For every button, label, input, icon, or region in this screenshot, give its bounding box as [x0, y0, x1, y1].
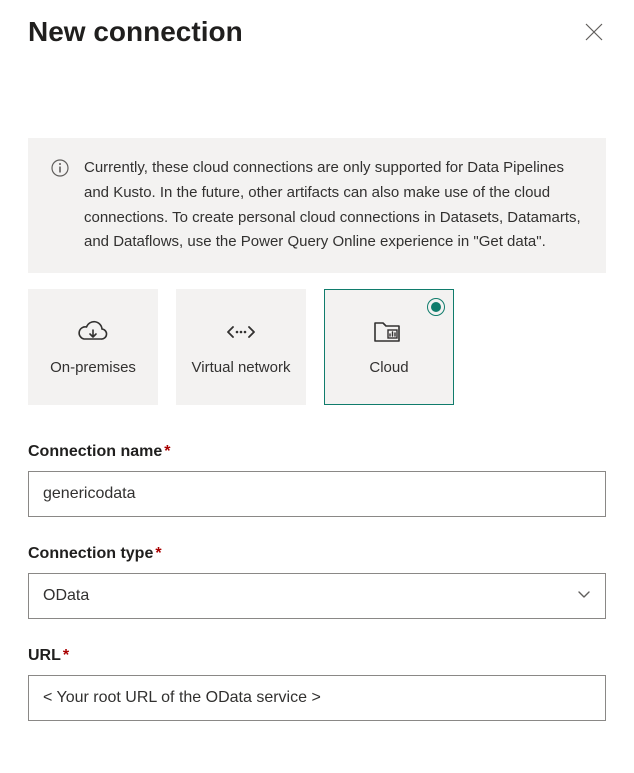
- selected-indicator-icon: [427, 298, 445, 316]
- page-title: New connection: [28, 16, 243, 48]
- tile-label: Virtual network: [186, 358, 297, 378]
- url-input[interactable]: [28, 675, 606, 721]
- chevron-down-icon: [577, 587, 591, 606]
- tile-on-premises[interactable]: On-premises: [28, 289, 158, 405]
- tile-label: Cloud: [363, 358, 414, 378]
- cloud-download-icon: [76, 316, 110, 348]
- connection-type-select[interactable]: OData: [28, 573, 606, 619]
- info-icon: [50, 158, 70, 178]
- required-asterisk: *: [63, 647, 69, 664]
- url-label: URL*: [28, 647, 606, 665]
- network-icon: [226, 316, 256, 348]
- folder-chart-icon: [373, 316, 405, 348]
- required-asterisk: *: [164, 443, 170, 460]
- info-banner: Currently, these cloud connections are o…: [28, 138, 606, 273]
- connection-name-label: Connection name*: [28, 443, 606, 461]
- info-text: Currently, these cloud connections are o…: [84, 156, 584, 255]
- tile-virtual-network[interactable]: Virtual network: [176, 289, 306, 405]
- connection-type-value: OData: [43, 587, 89, 605]
- tile-label: On-premises: [44, 358, 142, 378]
- connection-name-input[interactable]: [28, 471, 606, 517]
- required-asterisk: *: [155, 545, 161, 562]
- tile-cloud[interactable]: Cloud: [324, 289, 454, 405]
- close-button[interactable]: [582, 20, 606, 44]
- connection-type-label: Connection type*: [28, 545, 606, 563]
- close-icon: [585, 23, 603, 41]
- connection-location-tiles: On-premises Virtual network Cloud: [28, 289, 606, 405]
